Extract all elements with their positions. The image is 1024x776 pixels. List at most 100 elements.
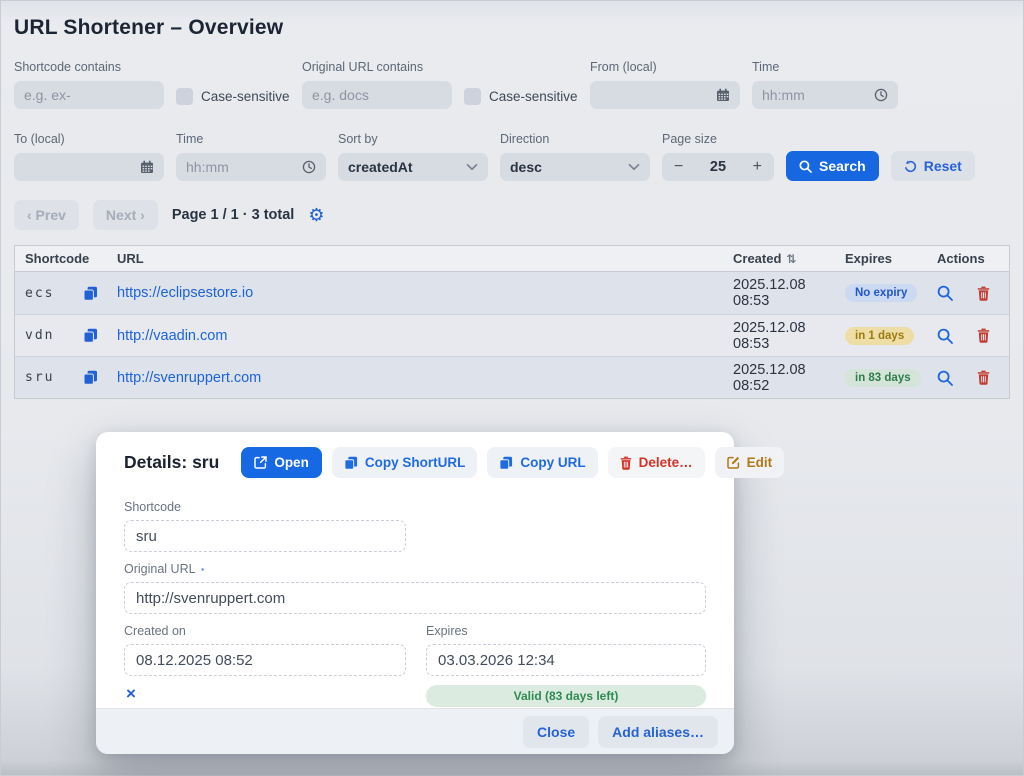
validity-badge: Valid (83 days left) <box>426 685 706 707</box>
created-on-field[interactable] <box>124 644 406 676</box>
modal-body: Shortcode Original URL· Created on × Exp… <box>96 484 734 707</box>
url-link[interactable]: http://svenruppert.com <box>117 370 261 386</box>
shortcode-field-label: Shortcode <box>124 500 706 514</box>
sort-by-select[interactable]: createdAt <box>338 153 488 181</box>
close-button[interactable]: Close <box>523 716 589 748</box>
gear-icon[interactable]: ⚙ <box>308 206 324 224</box>
details-search-icon[interactable] <box>937 370 953 386</box>
delete-button[interactable]: Delete… <box>608 447 705 478</box>
direction-select[interactable]: desc <box>500 153 650 181</box>
pencil-icon <box>727 456 740 469</box>
from-date-input[interactable] <box>600 87 710 103</box>
to-time-label: Time <box>176 132 326 147</box>
table-row: ecs https://eclipsestore.io 2025.12.08 0… <box>15 272 1009 314</box>
clock-icon[interactable] <box>302 160 316 174</box>
created-cell: 2025.12.08 08:53 <box>733 320 845 352</box>
page-size-value: 25 <box>710 159 726 175</box>
original-url-filter-label: Original URL contains <box>302 60 452 75</box>
shortcode-field[interactable] <box>124 520 406 552</box>
details-modal: Details: sru Open Copy ShortURL Copy URL… <box>96 432 734 754</box>
copy-url-button[interactable]: Copy URL <box>487 447 597 478</box>
trash-icon <box>620 456 632 470</box>
url-link[interactable]: http://vaadin.com <box>117 328 227 344</box>
increment-button[interactable]: + <box>753 159 762 175</box>
copy-icon <box>499 456 513 470</box>
pagination-bar: ‹ Prev Next › Page 1 / 1 · 3 total ⚙ <box>14 200 324 230</box>
details-search-icon[interactable] <box>937 285 953 301</box>
date-fields-grid: Created on × Expires Valid (83 days left… <box>124 614 706 707</box>
from-date-field: From (local) <box>590 60 740 109</box>
shortcode-filter-input[interactable] <box>24 87 154 103</box>
col-url: URL <box>117 251 733 266</box>
copy-shorturl-button[interactable]: Copy ShortURL <box>332 447 478 478</box>
case-sensitive-shortcode[interactable]: Case-sensitive <box>176 83 290 109</box>
copy-icon <box>344 456 358 470</box>
decrement-button[interactable]: − <box>674 159 683 175</box>
checkbox-icon[interactable] <box>464 88 481 105</box>
clock-icon[interactable] <box>874 88 888 102</box>
case-sensitive-label: Case-sensitive <box>489 89 578 104</box>
direction-field: Direction desc <box>500 132 650 181</box>
from-date-label: From (local) <box>590 60 740 75</box>
case-sensitive-url[interactable]: Case-sensitive <box>464 83 578 109</box>
to-time-input[interactable] <box>186 159 296 175</box>
edit-button[interactable]: Edit <box>715 447 785 478</box>
calendar-icon[interactable] <box>716 88 730 102</box>
modal-footer: Close Add aliases… <box>96 708 734 754</box>
original-url-field-label: Original URL· <box>124 562 706 576</box>
delete-trash-icon[interactable] <box>977 328 990 343</box>
page-status: Page 1 / 1 · 3 total <box>172 207 295 223</box>
original-url-field[interactable] <box>124 582 706 614</box>
copy-url-label: Copy URL <box>520 455 585 470</box>
clear-expiry-icon[interactable]: × <box>124 685 138 702</box>
to-date-input[interactable] <box>24 159 134 175</box>
to-date-label: To (local) <box>14 132 164 147</box>
calendar-icon[interactable] <box>140 160 154 174</box>
edit-button-label: Edit <box>747 455 773 470</box>
col-created-sortable[interactable]: Created⇅ <box>733 251 845 266</box>
search-button-label: Search <box>819 158 866 174</box>
page-size-label: Page size <box>662 132 774 147</box>
reset-button-label: Reset <box>924 158 962 174</box>
modal-header: Details: sru Open Copy ShortURL Copy URL… <box>96 432 734 484</box>
original-url-filter-field: Original URL contains <box>302 60 452 109</box>
shortcode-cell: ecs <box>25 286 83 301</box>
delete-trash-icon[interactable] <box>977 370 990 385</box>
url-link[interactable]: https://eclipsestore.io <box>117 285 253 301</box>
expires-label: Expires <box>426 624 706 638</box>
copy-shortcode-icon[interactable] <box>83 328 117 343</box>
copy-shortcode-icon[interactable] <box>83 286 117 301</box>
details-search-icon[interactable] <box>937 328 953 344</box>
expires-badge: in 1 days <box>845 327 914 345</box>
page-size-field: Page size − 25 + <box>662 132 774 181</box>
delete-button-label: Delete… <box>639 455 693 470</box>
table-row: sru http://svenruppert.com 2025.12.08 08… <box>15 356 1009 398</box>
shortcode-cell: sru <box>25 370 83 385</box>
created-cell: 2025.12.08 08:52 <box>733 362 845 394</box>
open-button[interactable]: Open <box>241 447 322 478</box>
page-size-stepper: − 25 + <box>662 153 774 181</box>
from-time-label: Time <box>752 60 898 75</box>
copy-shorturl-label: Copy ShortURL <box>365 455 466 470</box>
next-page-button[interactable]: Next › <box>93 200 158 230</box>
modal-title: Details: sru <box>124 452 219 473</box>
checkbox-icon[interactable] <box>176 88 193 105</box>
copy-shortcode-icon[interactable] <box>83 370 117 385</box>
prev-page-button[interactable]: ‹ Prev <box>14 200 79 230</box>
page-title: URL Shortener – Overview <box>14 16 283 40</box>
search-button[interactable]: Search <box>786 151 879 181</box>
original-url-filter-input[interactable] <box>312 87 442 103</box>
col-actions: Actions <box>937 251 1009 266</box>
reset-button[interactable]: Reset <box>891 151 975 181</box>
col-expires: Expires <box>845 251 937 266</box>
shortcode-cell: vdn <box>25 328 83 343</box>
expires-field[interactable] <box>426 644 706 676</box>
add-aliases-button[interactable]: Add aliases… <box>598 716 718 748</box>
created-cell: 2025.12.08 08:53 <box>733 277 845 309</box>
chevron-down-icon <box>466 163 478 171</box>
external-link-icon <box>254 456 267 469</box>
direction-value: desc <box>510 159 542 175</box>
from-time-input[interactable] <box>762 87 868 103</box>
delete-trash-icon[interactable] <box>977 286 990 301</box>
expires-badge: in 83 days <box>845 369 921 387</box>
